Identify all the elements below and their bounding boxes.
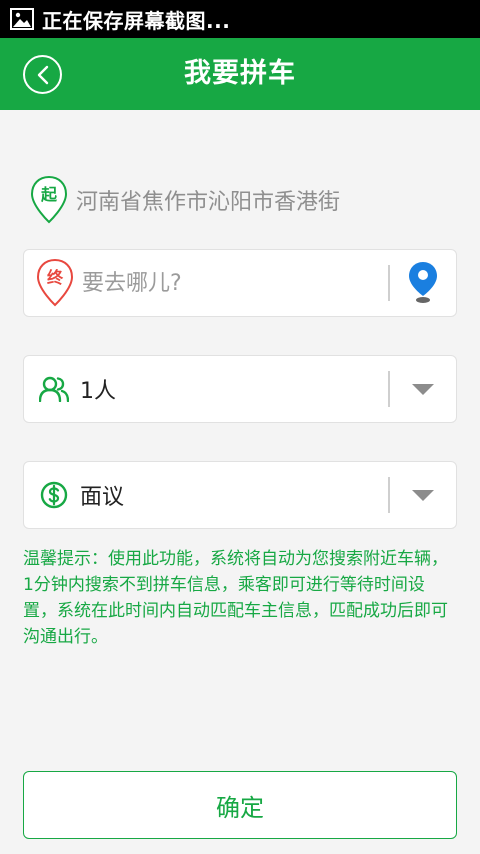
dollar-icon-wrap [36, 477, 72, 513]
price-dropdown-button[interactable] [390, 461, 456, 529]
start-address: 河南省焦作市沁阳市香港街 [76, 190, 341, 215]
passengers-value: 1人 [80, 379, 116, 404]
image-icon [10, 8, 34, 30]
start-badge: 起 [40, 185, 58, 204]
dollar-circle-icon [40, 481, 68, 509]
people-icon [39, 376, 69, 402]
start-location[interactable]: 起 河南省焦作市沁阳市香港街 [30, 174, 450, 226]
destination-input[interactable] [82, 270, 388, 296]
end-pin-icon: 终 [36, 258, 74, 307]
passengers-dropdown-button[interactable] [390, 355, 456, 423]
price-select[interactable]: 面议 [23, 461, 457, 529]
status-text: 正在保存屏幕截图... [42, 8, 231, 33]
status-bar: 正在保存屏幕截图... [0, 0, 480, 38]
caret-down-icon [412, 383, 434, 395]
tip-text: 温馨提示：使用此功能，系统将自动为您搜索附近车辆，1分钟内搜索不到拼车信息，乘客… [23, 549, 448, 647]
destination-field[interactable]: 终 [23, 249, 457, 317]
caret-down-icon [412, 489, 434, 501]
map-pin-icon [409, 262, 437, 303]
end-badge: 终 [47, 268, 64, 287]
page-title: 我要拼车 [184, 58, 296, 89]
people-icon-wrap [36, 371, 72, 407]
title-bar: 我要拼车 [0, 38, 480, 110]
map-locate-button[interactable] [390, 249, 456, 317]
confirm-button[interactable]: 确定 [23, 771, 457, 839]
passengers-select[interactable]: 1人 [23, 355, 457, 423]
start-pin-icon: 起 [30, 175, 68, 224]
price-value: 面议 [80, 485, 125, 510]
end-pin: 终 [36, 258, 74, 308]
